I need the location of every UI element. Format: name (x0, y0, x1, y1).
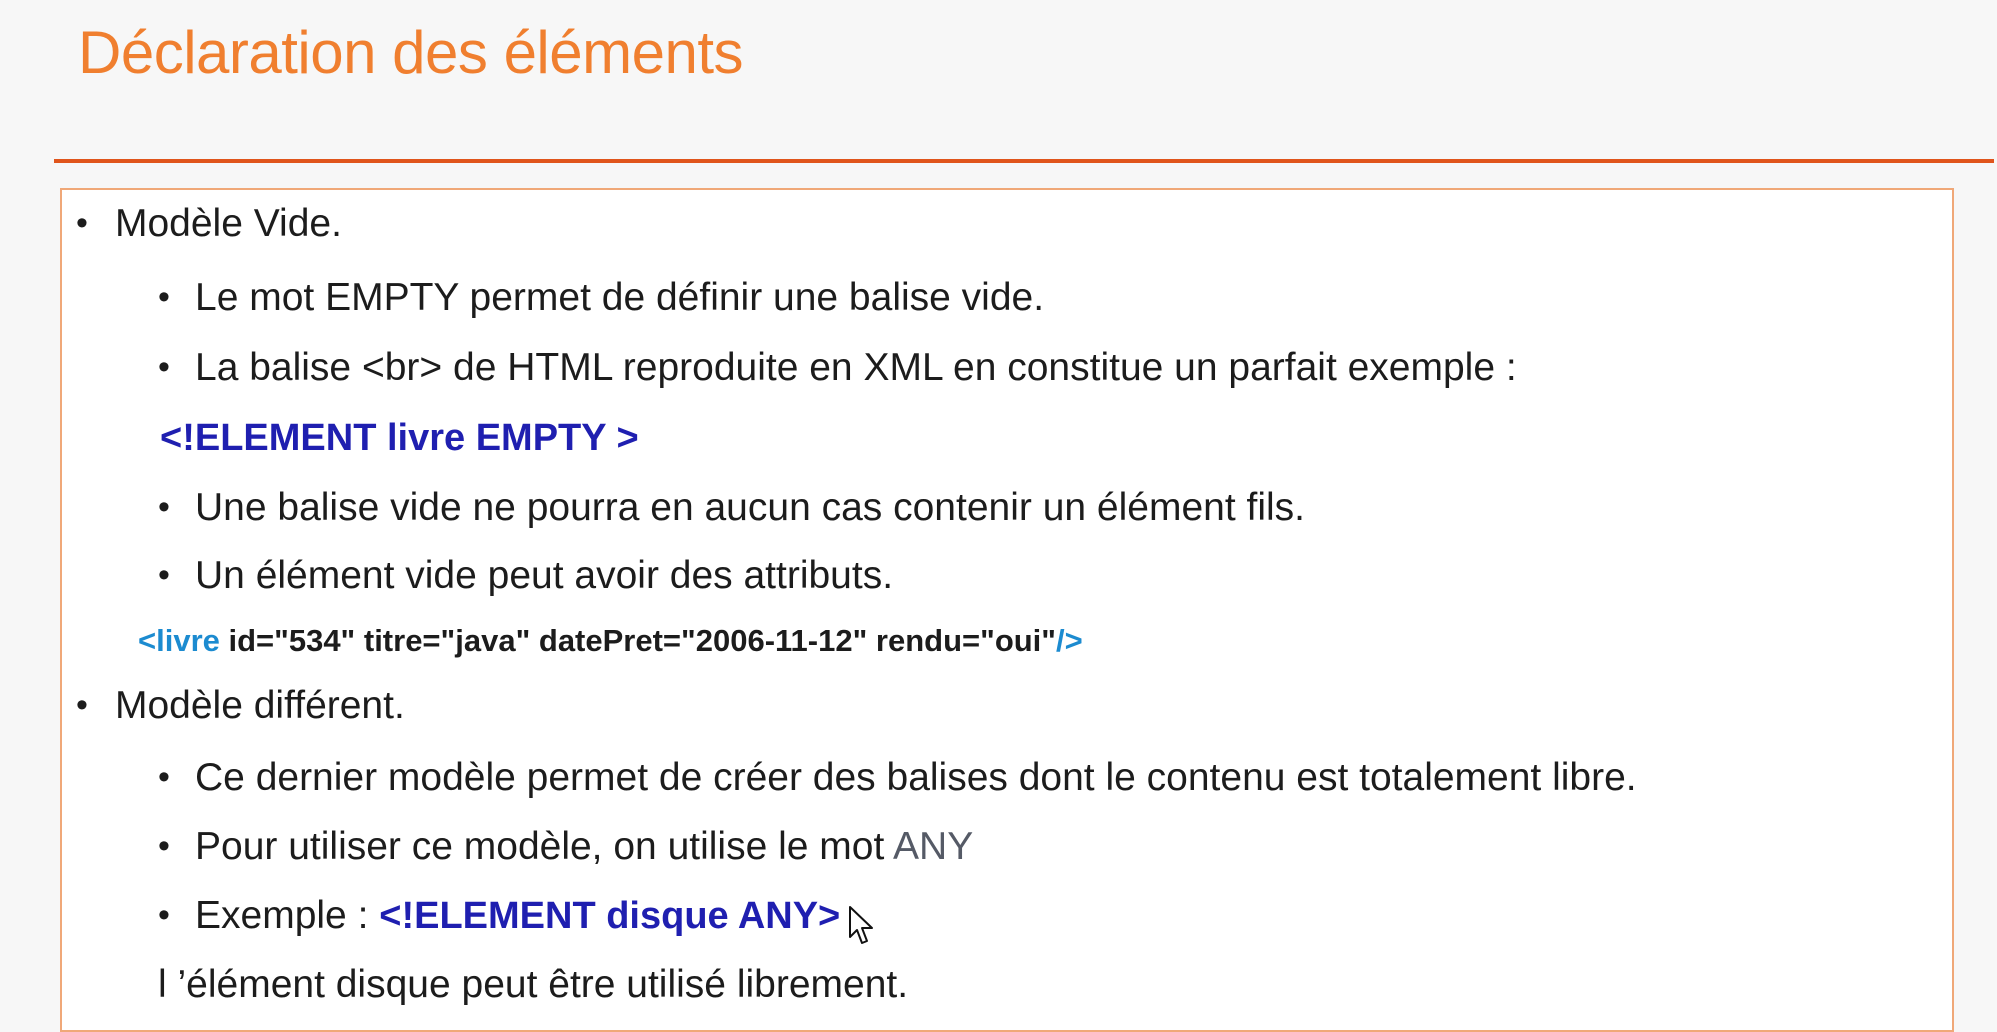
bullet-icon: • (158, 758, 170, 796)
bullet-icon: • (158, 348, 170, 386)
code-example-any: <!ELEMENT disque ANY> (379, 895, 841, 937)
title-divider (54, 159, 1994, 163)
list-item: Pour utiliser ce modèle, on utilise le m… (195, 825, 973, 869)
note-text: l ’élément disque peut être utilisé libr… (158, 963, 909, 1006)
section-heading-vide: Modèle Vide. (115, 202, 342, 245)
mouse-pointer-icon (849, 906, 873, 944)
list-item: Exemple : <!ELEMENT disque ANY> (195, 894, 840, 938)
xml-tag-close: /> (1056, 623, 1083, 658)
bullet-icon: • (158, 827, 170, 865)
bullet-icon: • (76, 686, 88, 724)
code-example-empty: <!ELEMENT livre EMPTY > (160, 417, 639, 459)
bullet-icon: • (76, 204, 88, 242)
list-item: Une balise vide ne pourra en aucun cas c… (195, 486, 1305, 529)
xml-tag-open: <livre (138, 623, 220, 658)
bullet-icon: • (158, 278, 170, 316)
page-title: Déclaration des éléments (78, 19, 744, 86)
bullet-icon: • (158, 896, 170, 934)
bullet-icon: • (158, 556, 170, 594)
example-label: Exemple : (195, 894, 380, 937)
list-item-text: Pour utiliser ce modèle, on utilise le m… (195, 825, 894, 868)
list-item: Ce dernier modèle permet de créer des ba… (195, 756, 1637, 799)
list-item: Un élément vide peut avoir des attributs… (195, 554, 894, 597)
section-heading-different: Modèle différent. (115, 684, 405, 727)
bullet-icon: • (158, 488, 170, 526)
list-item: Le mot EMPTY permet de définir une balis… (195, 276, 1045, 319)
xml-example: <livre id="534" titre="java" datePret="2… (138, 623, 1083, 659)
xml-attributes: id="534" titre="java" datePret="2006-11-… (219, 623, 1056, 658)
any-keyword: ANY (893, 825, 974, 868)
list-item: La balise <br> de HTML reproduite en XML… (195, 346, 1517, 389)
